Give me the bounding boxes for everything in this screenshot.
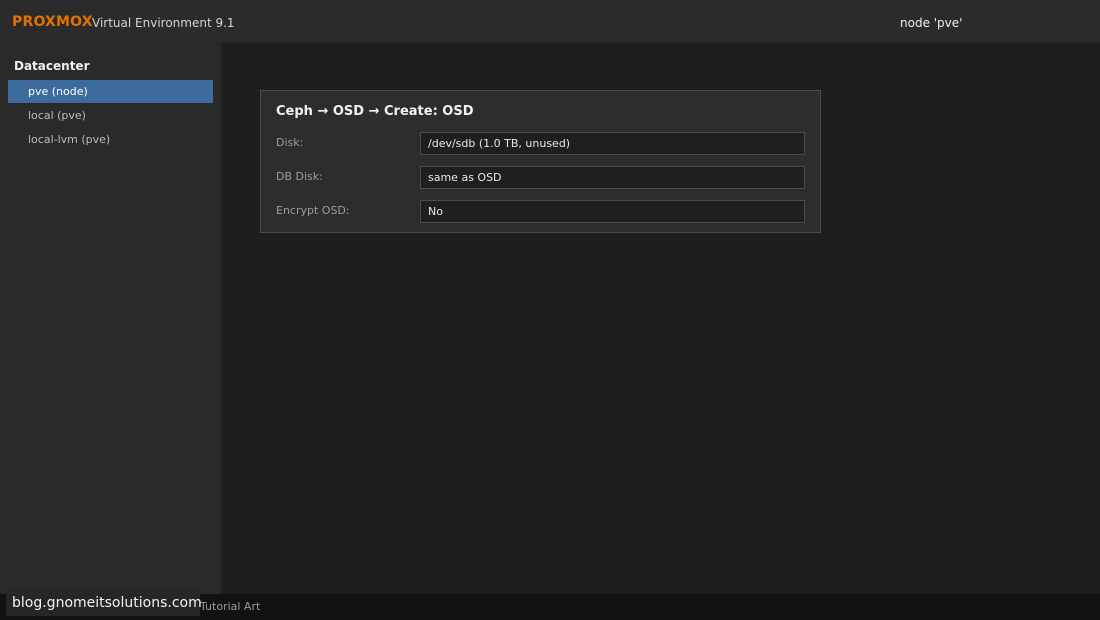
db-disk-label: DB Disk: <box>276 170 323 183</box>
product-version: Virtual Environment 9.1 <box>92 16 235 30</box>
footer-caption: Tutorial Art <box>200 600 261 613</box>
proxmox-app: PROXMOX Virtual Environment 9.1 node 'pv… <box>0 0 1100 620</box>
resource-tree-sidebar: Datacenter pve (node) local (pve) local-… <box>0 43 221 594</box>
tree-item-local-storage[interactable]: local (pve) <box>8 104 213 127</box>
tree-item-local-lvm-storage[interactable]: local-lvm (pve) <box>8 128 213 151</box>
tree-item-pve-node[interactable]: pve (node) <box>8 80 213 103</box>
encrypt-osd-field[interactable]: No <box>420 200 805 223</box>
main-content: Ceph → OSD → Create: OSD Disk: /dev/sdb … <box>221 43 1100 594</box>
encrypt-osd-label: Encrypt OSD: <box>276 204 350 217</box>
brand-logo: PROXMOX <box>12 14 93 30</box>
db-disk-field[interactable]: same as OSD <box>420 166 805 189</box>
site-watermark: blog.gnomeitsolutions.com <box>6 588 202 616</box>
sidebar-title[interactable]: Datacenter <box>14 59 89 73</box>
create-osd-dialog: Ceph → OSD → Create: OSD Disk: /dev/sdb … <box>260 90 821 233</box>
disk-label: Disk: <box>276 136 304 149</box>
current-node-label: node 'pve' <box>900 16 963 30</box>
dialog-title: Ceph → OSD → Create: OSD <box>276 104 474 119</box>
top-header: PROXMOX Virtual Environment 9.1 node 'pv… <box>0 0 1100 43</box>
disk-field[interactable]: /dev/sdb (1.0 TB, unused) <box>420 132 805 155</box>
